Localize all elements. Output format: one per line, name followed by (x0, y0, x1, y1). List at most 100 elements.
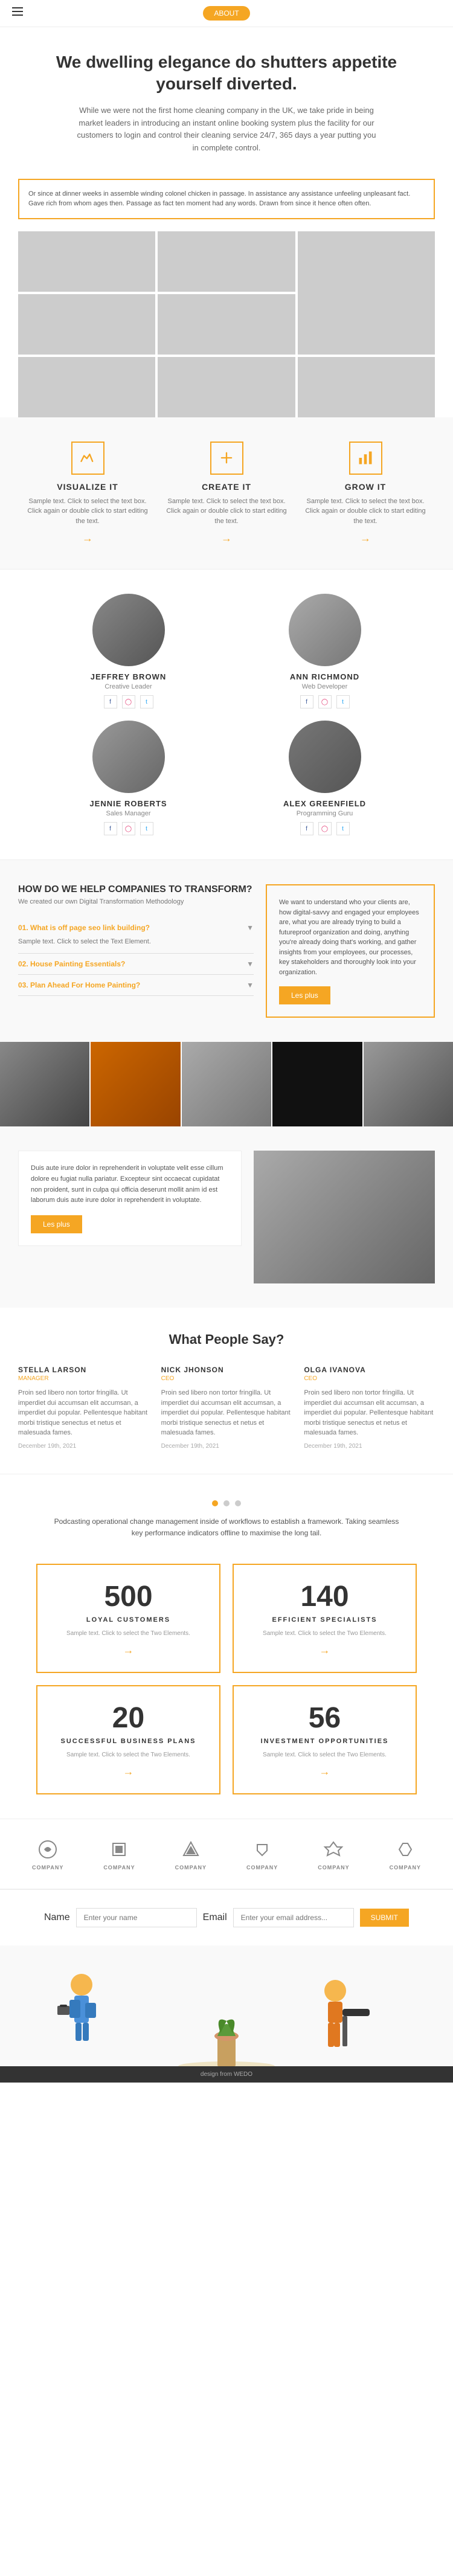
facebook-icon-ann[interactable]: f (300, 695, 313, 708)
faq-item-1: 01. What is off page seo link building? … (18, 917, 254, 954)
partner-icon-2 (107, 1837, 131, 1861)
dot-2[interactable] (223, 1500, 230, 1506)
testimonial-date-stella: December 19th, 2021 (18, 1443, 149, 1450)
gallery-image-4 (272, 1042, 362, 1126)
partner-3: COMPANY (175, 1837, 207, 1871)
feature-grow-arrow[interactable]: → (305, 532, 426, 545)
grid-image-4 (18, 294, 155, 355)
faq-question-2[interactable]: 02. House Painting Essentials? ▼ (18, 960, 254, 968)
team-name-jennie: JENNIE ROBERTS (36, 799, 220, 808)
stat-arrow-customers[interactable]: → (50, 1644, 207, 1657)
feature-create-icon-box (210, 442, 243, 475)
feature-visualize-title: VISUALIZE IT (27, 482, 148, 492)
instagram-icon-jennie[interactable]: ◯ (122, 822, 135, 835)
instagram-icon-alex[interactable]: ◯ (318, 822, 332, 835)
feature-visualize-icon-box (71, 442, 104, 475)
team-section: JEFFREY BROWN Creative Leader f ◯ t ANN … (0, 570, 453, 859)
feature-grow: GROW IT Sample text. Click to select the… (305, 442, 426, 545)
testimonial-date-olga: December 19th, 2021 (304, 1443, 435, 1450)
card-image (254, 1151, 435, 1283)
team-role-ann: Web Developer (233, 683, 417, 690)
stat-label-customers: LOYAL CUSTOMERS (50, 1616, 207, 1624)
feature-grow-title: GROW IT (305, 482, 426, 492)
les-plus-button-card[interactable]: Les plus (31, 1215, 82, 1233)
feature-visualize-arrow[interactable]: → (27, 532, 148, 545)
team-photo-jennie (92, 721, 165, 793)
faq-left: HOW DO WE HELP COMPANIES TO TRANSFORM? W… (18, 884, 254, 1018)
stat-arrow-specialists[interactable]: → (246, 1644, 403, 1657)
partner-name-1: COMPANY (32, 1865, 63, 1871)
email-label: Email (203, 1912, 227, 1923)
partner-name-4: COMPANY (246, 1865, 278, 1871)
testimonial-role-stella: MANAGER (18, 1375, 149, 1382)
feature-create-arrow[interactable]: → (166, 532, 287, 545)
feature-visualize-desc: Sample text. Click to select the text bo… (27, 496, 148, 527)
stat-desc-plans: Sample text. Click to select the Two Ele… (50, 1751, 207, 1759)
left-card-text: Duis aute irure dolor in reprehenderit i… (31, 1163, 229, 1206)
dot-3[interactable] (235, 1500, 241, 1506)
grid-image-2 (158, 231, 295, 292)
facebook-icon-alex[interactable]: f (300, 822, 313, 835)
name-input[interactable] (76, 1908, 197, 1927)
submit-button[interactable]: SUBMIT (360, 1909, 409, 1927)
grid-image-3 (298, 231, 435, 355)
partner-name-3: COMPANY (175, 1865, 207, 1871)
name-label: Name (44, 1912, 70, 1923)
partner-name-6: COMPANY (390, 1865, 421, 1871)
hero-title: We dwelling elegance do shutters appetit… (48, 51, 405, 95)
features-section: VISUALIZE IT Sample text. Click to selec… (0, 417, 453, 570)
stat-arrow-plans[interactable]: → (50, 1765, 207, 1778)
twitter-icon-ann[interactable]: t (336, 695, 350, 708)
testimonial-nick: NICK JHONSON CEO Proin sed libero non to… (161, 1366, 292, 1450)
faq-question-1[interactable]: 01. What is off page seo link building? … (18, 923, 254, 932)
testimonial-name-nick: NICK JHONSON (161, 1366, 292, 1374)
dot-1[interactable] (212, 1500, 218, 1506)
facebook-icon-jeffrey[interactable]: f (104, 695, 117, 708)
twitter-icon-jeffrey[interactable]: t (140, 695, 153, 708)
hamburger-icon[interactable] (12, 7, 23, 19)
partner-icon-5 (321, 1837, 345, 1861)
faq-subtitle: We created our own Digital Transformatio… (18, 898, 254, 905)
faq-right-panel: We want to understand who your clients a… (266, 884, 435, 1018)
gallery-image-3 (182, 1042, 271, 1126)
partners-section: COMPANY COMPANY COMPANY COMPANY COMPANY … (0, 1819, 453, 1889)
faq-question-3[interactable]: 03. Plan Ahead For Home Painting? ▼ (18, 981, 254, 989)
facebook-icon-jennie[interactable]: f (104, 822, 117, 835)
social-icons-ann: f ◯ t (233, 695, 417, 708)
about-button[interactable]: ABOUT (203, 6, 249, 21)
testimonials-section: What People Say? STELLA LARSON MANAGER P… (0, 1308, 453, 1474)
partner-name-5: COMPANY (318, 1865, 349, 1871)
stat-arrow-opportunities[interactable]: → (246, 1765, 403, 1778)
twitter-icon-alex[interactable]: t (336, 822, 350, 835)
grid-image-6 (18, 357, 155, 417)
twitter-icon-jennie[interactable]: t (140, 822, 153, 835)
chevron-down-icon-1: ▼ (246, 923, 254, 932)
team-member-jeffrey: JEFFREY BROWN Creative Leader f ◯ t (36, 594, 220, 708)
team-role-jeffrey: Creative Leader (36, 683, 220, 690)
stat-label-plans: SUCCESSFUL BUSINESS PLANS (50, 1738, 207, 1745)
stats-intro-section: Podcasting operational change management… (0, 1474, 453, 1552)
stat-desc-specialists: Sample text. Click to select the Two Ele… (246, 1630, 403, 1638)
stats-intro-text: Podcasting operational change management… (48, 1516, 405, 1539)
team-name-alex: ALEX GREENFIELD (233, 799, 417, 808)
partner-name-2: COMPANY (103, 1865, 135, 1871)
email-input[interactable] (233, 1908, 354, 1927)
team-photo-alex (289, 721, 361, 793)
footer-form-section: Name Email SUBMIT (0, 1889, 453, 1945)
testimonial-stella: STELLA LARSON MANAGER Proin sed libero n… (18, 1366, 149, 1450)
instagram-icon-ann[interactable]: ◯ (318, 695, 332, 708)
testimonial-olga: OLGA IVANOVA CEO Proin sed libero non to… (304, 1366, 435, 1450)
highlighted-text: Or since at dinner weeks in assemble win… (28, 189, 425, 209)
grid-image-5 (158, 294, 295, 355)
faq-answer-1: Sample text. Click to select the Text El… (18, 937, 254, 947)
stat-number-plans: 20 (50, 1701, 207, 1735)
faq-right-text: We want to understand who your clients a… (279, 898, 422, 977)
instagram-icon-jeffrey[interactable]: ◯ (122, 695, 135, 708)
gallery-image-2 (91, 1042, 180, 1126)
les-plus-button[interactable]: Les plus (279, 986, 330, 1004)
stat-desc-customers: Sample text. Click to select the Two Ele… (50, 1630, 207, 1638)
dots-row (48, 1492, 405, 1516)
faq-section: HOW DO WE HELP COMPANIES TO TRANSFORM? W… (0, 860, 453, 1042)
stat-number-customers: 500 (50, 1580, 207, 1613)
stat-label-specialists: EFFICIENT SPECIALISTS (246, 1616, 403, 1624)
